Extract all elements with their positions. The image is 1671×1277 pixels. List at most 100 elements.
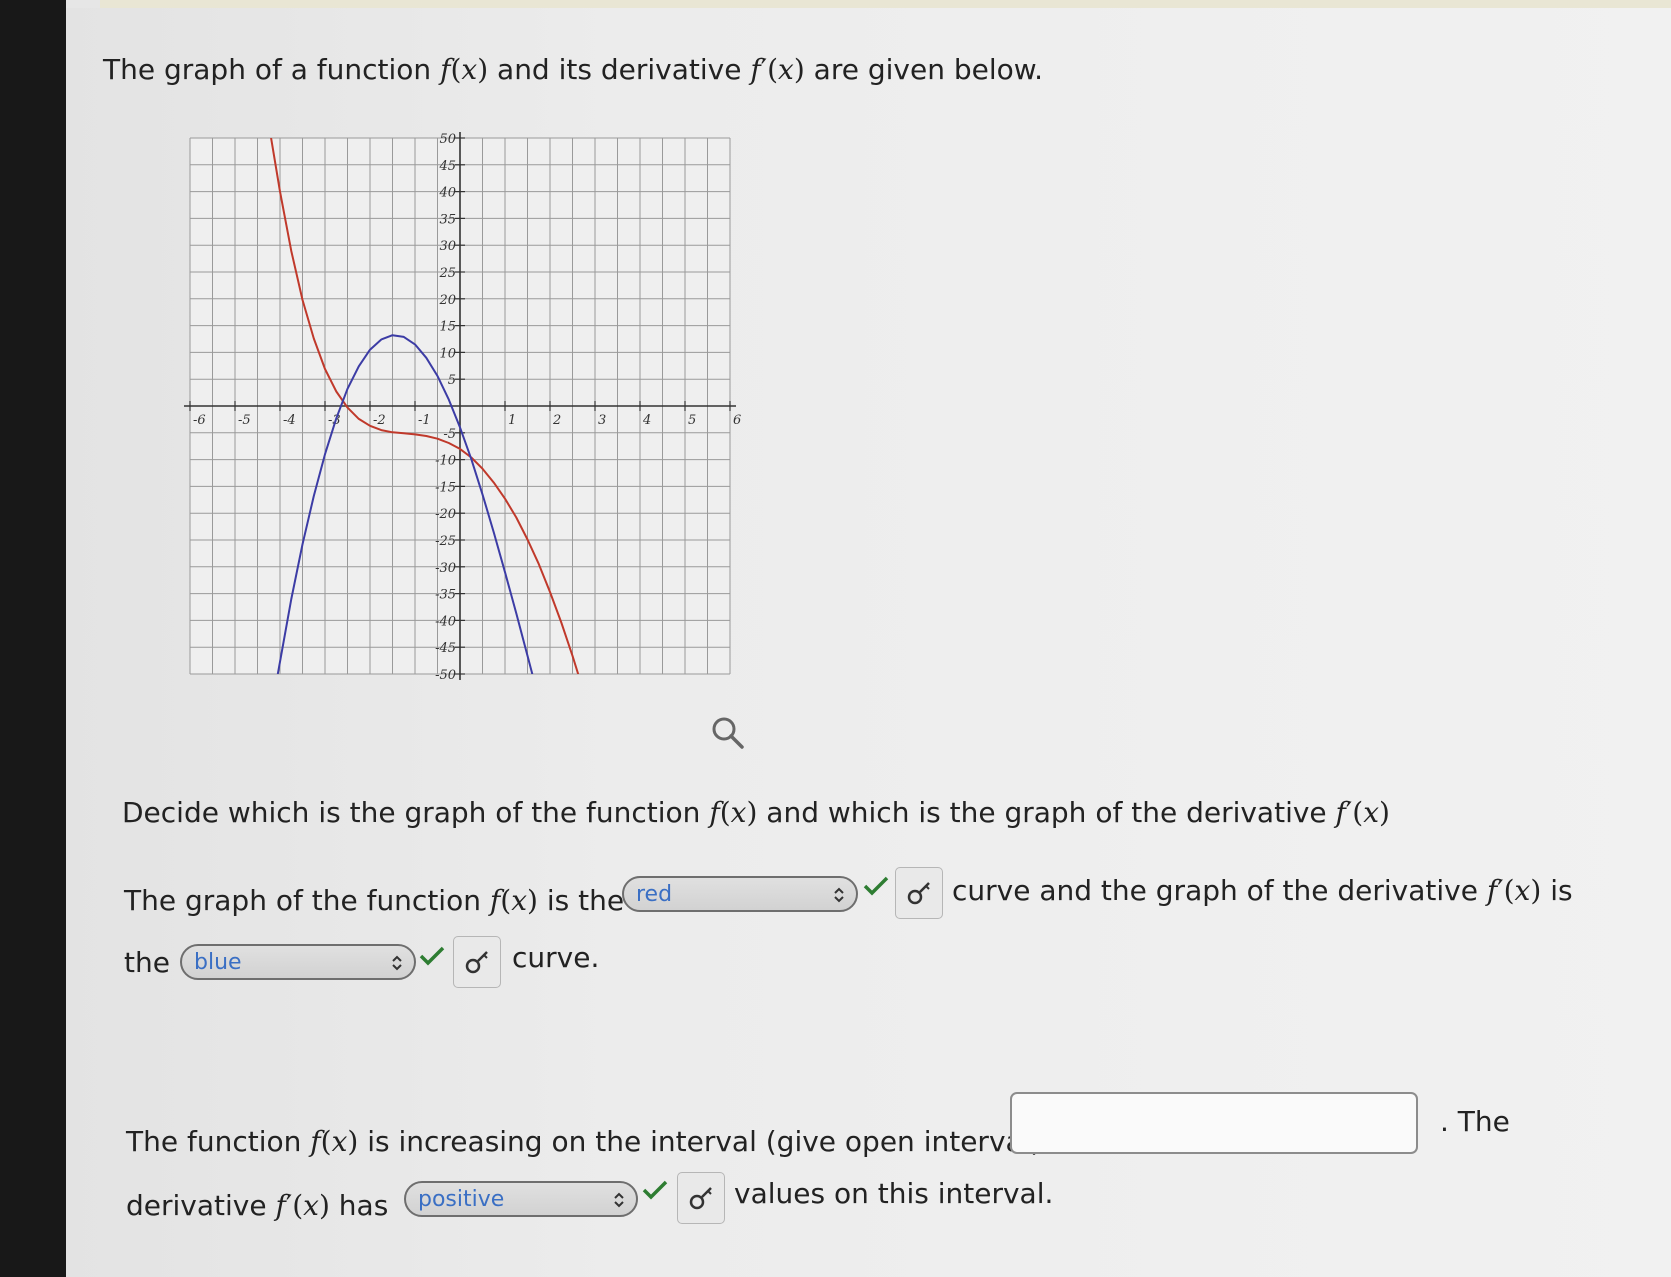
- x-tick-label: 3: [598, 413, 606, 428]
- line2-curve: curve.: [512, 941, 600, 974]
- decide-prefix: Decide which is the graph of the functio…: [122, 796, 701, 829]
- math-x: x: [511, 884, 527, 917]
- function-curve-dropdown[interactable]: red: [622, 876, 858, 912]
- magnifier-icon[interactable]: [710, 715, 746, 751]
- y-tick-label: -10: [435, 454, 456, 469]
- x-tick-label: 6: [733, 413, 741, 428]
- x-tick-label: -4: [283, 413, 296, 428]
- math-close: ): [526, 884, 538, 917]
- math-open: (: [500, 884, 512, 917]
- key-icon: [465, 951, 488, 974]
- math-f: f: [709, 796, 720, 829]
- math-close: ): [347, 1125, 359, 1158]
- math-close: ): [793, 53, 805, 86]
- math-x: x: [461, 53, 478, 86]
- y-tick-label: -30: [435, 561, 456, 576]
- math-open: (: [767, 53, 779, 86]
- math-f: f: [1335, 796, 1346, 829]
- math-close: ): [318, 1189, 330, 1222]
- derivative-curve-value: blue: [194, 950, 242, 975]
- up-down-chevron-icon: [614, 1192, 624, 1208]
- y-tick-label: 45: [438, 159, 456, 174]
- line1-is: is: [1550, 874, 1573, 907]
- up-down-chevron-icon: [834, 887, 844, 903]
- math-close: ): [746, 796, 758, 829]
- math-close: ): [1530, 874, 1542, 907]
- y-tick-label: 35: [439, 212, 456, 227]
- line3-middle: is increasing on the interval (give open…: [367, 1125, 1042, 1158]
- math-x: x: [331, 1125, 348, 1158]
- y-tick-label: 20: [438, 293, 456, 308]
- line4-prefix: derivative: [126, 1189, 267, 1222]
- y-tick-label: -50: [435, 668, 456, 683]
- top-band: [100, 0, 1671, 8]
- math-f: f: [750, 53, 761, 86]
- line4-left: derivative f′(x) has: [126, 1188, 388, 1224]
- line1-right: curve and the graph of the derivative f′…: [952, 873, 1573, 909]
- intro-prefix: The graph of a function: [103, 53, 432, 86]
- line1-is-the: is the: [546, 884, 625, 917]
- math-f: f: [310, 1125, 321, 1158]
- line1-middle: curve and the graph of the derivative: [952, 874, 1478, 907]
- line4-has: has: [338, 1189, 389, 1222]
- line3-left: The function f(x) is increasing on the i…: [126, 1124, 1041, 1160]
- derivative-curve-dropdown[interactable]: blue: [180, 944, 416, 980]
- y-tick-label: 25: [438, 266, 456, 281]
- interval-input[interactable]: [1010, 1092, 1418, 1154]
- line3-prefix: The function: [126, 1125, 302, 1158]
- x-tick-label: -5: [238, 413, 251, 428]
- math-x: x: [730, 796, 747, 829]
- math-x: x: [303, 1189, 319, 1222]
- key-icon: [907, 882, 930, 905]
- math-f: f: [275, 1189, 286, 1222]
- x-tick-label: -6: [193, 413, 206, 428]
- y-tick-label: -35: [435, 588, 456, 603]
- math-open: (: [450, 53, 462, 86]
- up-down-chevron-icon: [392, 955, 402, 971]
- checkmark-icon: [419, 946, 445, 966]
- x-tick-label: 2: [552, 413, 561, 428]
- line4-suffix: values on this interval.: [734, 1177, 1054, 1210]
- x-tick-label: 1: [508, 413, 516, 428]
- decide-middle: and which is the graph of the derivative: [766, 796, 1327, 829]
- y-tick-label: -40: [435, 614, 456, 629]
- intro-middle: and its derivative: [497, 53, 742, 86]
- math-f: f: [1486, 874, 1498, 907]
- math-close: ): [477, 53, 489, 86]
- key-icon: [689, 1187, 712, 1210]
- line1-left: The graph of the function f(x) is the: [124, 883, 624, 919]
- math-f: f: [440, 53, 451, 86]
- key-button[interactable]: [895, 867, 943, 919]
- y-tick-label: -45: [435, 641, 456, 656]
- derivative-sign-value: positive: [418, 1187, 505, 1212]
- key-button[interactable]: [453, 936, 501, 988]
- y-tick-label: 15: [439, 320, 456, 335]
- math-open: (: [1352, 796, 1364, 829]
- x-tick-label: -1: [418, 413, 431, 428]
- checkmark-icon: [863, 876, 889, 896]
- line1-prefix: The graph of the function: [124, 884, 481, 917]
- screen-bezel: [0, 0, 66, 1277]
- intro-line: The graph of a function f(x) and its der…: [103, 52, 1043, 88]
- function-curve-value: red: [636, 882, 673, 907]
- math-x: x: [1514, 874, 1531, 907]
- math-open: (: [719, 796, 731, 829]
- y-tick-label: -5: [443, 427, 456, 442]
- line3-suffix: . The: [1440, 1105, 1510, 1138]
- x-tick-label: 4: [642, 413, 651, 428]
- math-x: x: [1363, 796, 1380, 829]
- y-tick-label: 5: [448, 373, 456, 388]
- y-tick-label: 30: [439, 239, 456, 254]
- checkmark-icon: [642, 1180, 668, 1200]
- x-tick-label: 5: [688, 413, 696, 428]
- math-open: (: [292, 1189, 304, 1222]
- y-tick-label: -25: [435, 534, 456, 549]
- derivative-sign-dropdown[interactable]: positive: [404, 1181, 638, 1217]
- key-button[interactable]: [677, 1172, 725, 1224]
- math-open: (: [1503, 874, 1515, 907]
- math-x: x: [778, 53, 794, 86]
- y-tick-label: 40: [438, 186, 456, 201]
- line2-the: the: [124, 946, 170, 979]
- math-close: ): [1379, 796, 1390, 829]
- decide-line: Decide which is the graph of the functio…: [122, 795, 1390, 831]
